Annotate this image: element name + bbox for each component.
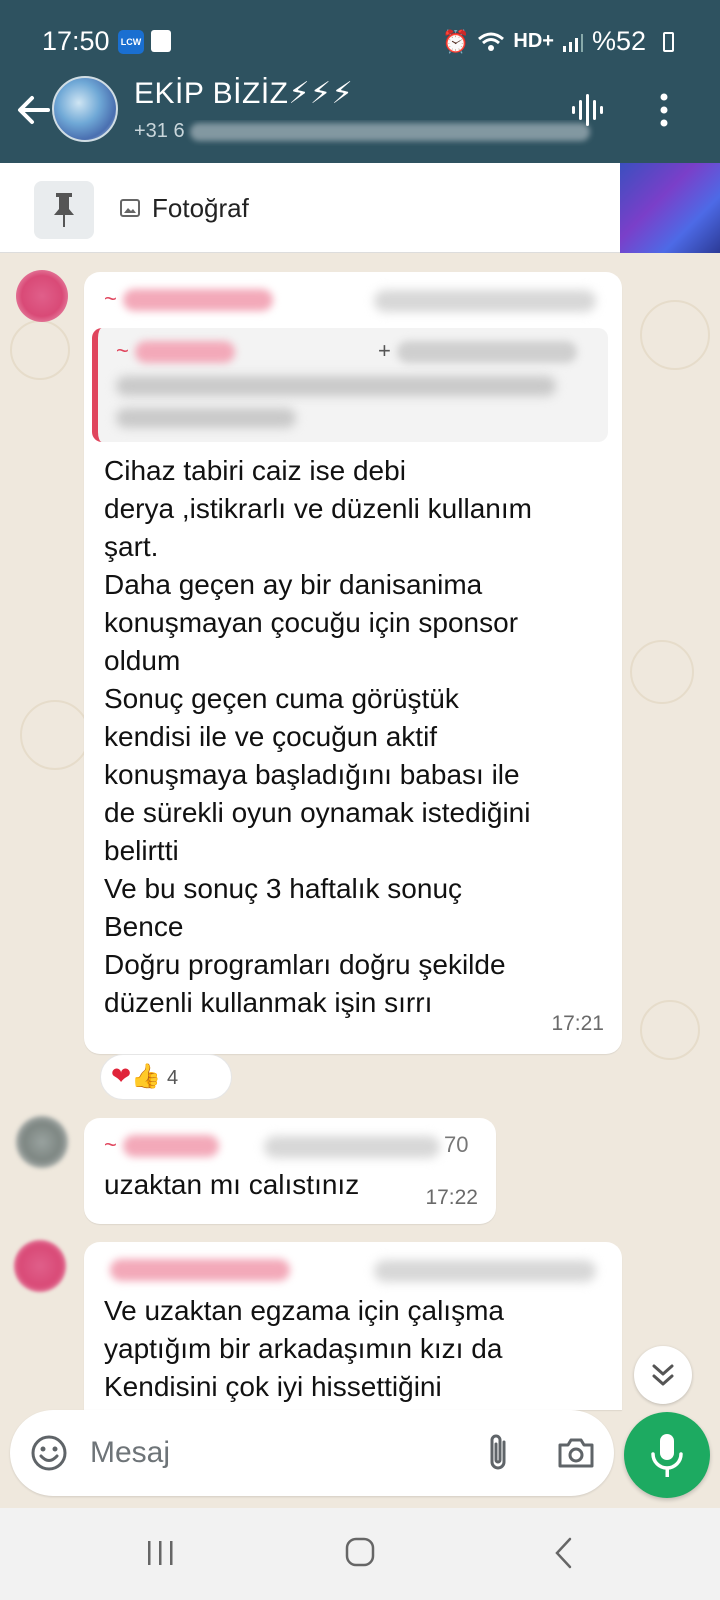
message-text: uzaktan mı calıstınız (104, 1169, 360, 1200)
battery-icon (663, 32, 674, 52)
message-text: Cihaz tabiri caiz ise debi derya ,istikr… (104, 455, 532, 1018)
sender-avatar[interactable] (16, 270, 68, 322)
quoted-message[interactable]: ~ + (92, 328, 608, 442)
status-icons: ⏰ HD+ %52 (442, 26, 664, 57)
message-time: 17:21 (551, 1012, 604, 1035)
thumbs-up-reaction-icon: 👍 (131, 1063, 161, 1090)
message-reactions[interactable]: ❤👍 4 (100, 1054, 232, 1100)
wallpaper-doodle (20, 700, 90, 770)
pinned-label: Fotoğraf (152, 193, 249, 223)
group-title[interactable]: EKİP BİZİZ⚡⚡⚡ (134, 76, 353, 111)
reaction-count: 4 (167, 1067, 179, 1089)
voice-call-icon[interactable] (570, 92, 610, 128)
double-chevron-down-icon (652, 1364, 674, 1386)
group-avatar[interactable] (52, 76, 118, 142)
heart-reaction-icon: ❤ (111, 1063, 132, 1090)
battery-percent: %52 (591, 26, 646, 56)
voice-record-button[interactable] (624, 1412, 710, 1498)
recents-icon[interactable] (144, 1538, 176, 1568)
blurred-quote-text (116, 376, 556, 396)
message-bubble[interactable]: ~ ~ + Cihaz tabiri caiz ise debi derya ,… (84, 272, 622, 1054)
wallpaper-doodle (640, 300, 710, 370)
nav-back-icon[interactable] (552, 1536, 576, 1570)
sender-avatar[interactable] (16, 1116, 68, 1168)
status-bar: 17:50 LCW ⏰ HD+ %52 (0, 22, 720, 62)
microphone-icon (651, 1434, 683, 1477)
blurred-sender-phone (374, 1260, 596, 1282)
group-members-subtitle[interactable]: +31 6 (134, 120, 614, 146)
sender-name[interactable]: ~ (104, 1132, 219, 1162)
message-composer (10, 1410, 614, 1496)
photo-icon (120, 199, 140, 217)
pinned-message-bar[interactable]: Fotoğraf (0, 163, 720, 253)
message-bubble[interactable]: Ve uzaktan egzama için çalışma yaptığım … (84, 1242, 622, 1410)
wallpaper-doodle (10, 320, 70, 380)
message-time: 17:22 (425, 1186, 478, 1209)
wifi-icon (478, 32, 505, 51)
blurred-sender-name (110, 1259, 290, 1282)
scroll-to-bottom-button[interactable] (634, 1346, 692, 1404)
home-icon[interactable] (344, 1536, 376, 1568)
lcw-notification-icon: LCW (118, 30, 144, 54)
status-time: 17:50 (42, 26, 110, 56)
blurred-sender-phone (264, 1136, 440, 1158)
back-arrow-icon[interactable] (14, 90, 54, 130)
sender-avatar[interactable] (14, 1240, 66, 1292)
sender-phone-suffix: 70 (444, 1132, 469, 1157)
sender-name[interactable] (104, 1256, 290, 1286)
network-type-label: HD+ (513, 30, 554, 52)
message-bubble[interactable]: ~ 70 uzaktan mı calıstınız 17:22 (84, 1118, 496, 1224)
pin-button[interactable] (34, 181, 94, 239)
quoted-phone: + (378, 338, 577, 364)
blurred-quote-text (116, 408, 296, 428)
checkbox-notification-icon (151, 30, 171, 52)
signal-icon (562, 33, 583, 52)
pinned-photo-thumbnail[interactable] (620, 163, 720, 253)
wallpaper-doodle (630, 640, 694, 704)
pin-icon (54, 193, 74, 227)
wallpaper-doodle (640, 1000, 700, 1060)
system-navigation-bar (0, 1508, 720, 1600)
attach-icon[interactable] (484, 1432, 514, 1474)
more-options-icon[interactable] (654, 92, 674, 128)
message-input[interactable] (90, 1430, 450, 1476)
sender-name[interactable]: ~ (104, 286, 273, 316)
blurred-sender-phone (374, 290, 596, 312)
chat-header: 17:50 LCW ⏰ HD+ %52 EKİP BİZİZ⚡⚡⚡ +31 6 (0, 0, 720, 163)
blurred-sender-name (122, 289, 273, 312)
alarm-icon: ⏰ (441, 28, 470, 54)
blurred-members (190, 122, 591, 141)
message-text: Ve uzaktan egzama için çalışma yaptığım … (104, 1295, 504, 1402)
quoted-sender: ~ (116, 338, 235, 364)
emoji-icon[interactable] (30, 1434, 68, 1472)
blurred-sender-name (122, 1135, 219, 1158)
camera-icon[interactable] (556, 1436, 596, 1470)
